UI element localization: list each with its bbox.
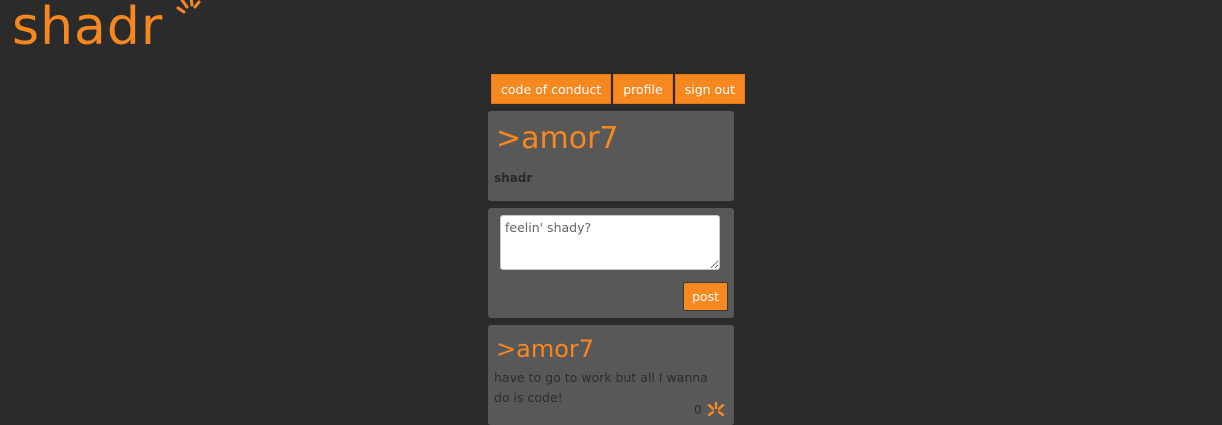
post-footer: 0 <box>694 401 727 419</box>
compose-card: post <box>488 208 734 318</box>
post-author-handle[interactable]: >amor7 <box>496 335 734 363</box>
site-logo[interactable]: shadr <box>12 0 201 62</box>
profile-button[interactable]: profile <box>613 74 673 104</box>
profile-card: >amor7 shadr <box>488 111 734 201</box>
post-button[interactable]: post <box>683 282 728 311</box>
profile-handle: >amor7 <box>496 121 619 156</box>
top-nav: code of conduct profile sign out <box>491 74 745 104</box>
profile-subtitle: shadr <box>494 171 533 185</box>
sunburst-icon <box>176 0 201 14</box>
brand-name: shadr <box>12 0 164 57</box>
post-card: >amor7 have to go to work but all I wann… <box>488 325 734 425</box>
compose-input[interactable] <box>500 215 720 270</box>
sunburst-icon[interactable] <box>705 401 727 419</box>
post-body: have to go to work but all I wanna do is… <box>494 370 708 405</box>
sign-out-button[interactable]: sign out <box>674 74 745 104</box>
code-of-conduct-button[interactable]: code of conduct <box>491 74 612 104</box>
